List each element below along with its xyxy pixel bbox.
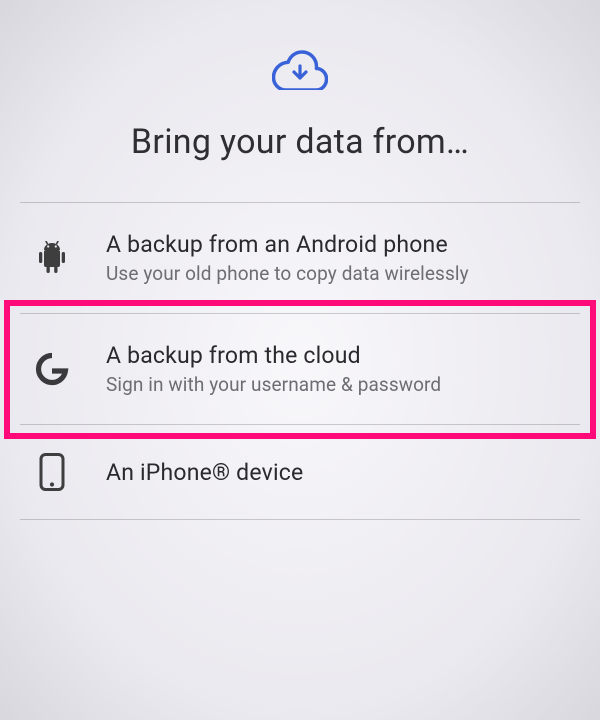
option-text: An iPhone® device bbox=[106, 459, 303, 486]
google-g-icon bbox=[26, 352, 78, 386]
setup-screen: Bring your data from… bbox=[0, 0, 600, 720]
option-subtitle: Use your old phone to copy data wireless… bbox=[106, 262, 469, 285]
option-cloud-backup[interactable]: A backup from the cloud Sign in with you… bbox=[20, 314, 580, 425]
option-title: An iPhone® device bbox=[106, 459, 303, 486]
option-title: A backup from the cloud bbox=[106, 342, 441, 369]
option-android-backup[interactable]: A backup from an Android phone Use your … bbox=[20, 203, 580, 314]
option-iphone-device[interactable]: An iPhone® device bbox=[20, 425, 580, 520]
option-subtitle: Sign in with your username & password bbox=[106, 373, 441, 396]
android-icon bbox=[26, 241, 78, 275]
option-title: A backup from an Android phone bbox=[106, 231, 469, 258]
phone-icon bbox=[26, 453, 78, 491]
page-title: Bring your data from… bbox=[20, 122, 580, 162]
cloud-download-icon bbox=[272, 50, 328, 94]
option-text: A backup from an Android phone Use your … bbox=[106, 231, 469, 285]
options-list: A backup from an Android phone Use your … bbox=[20, 202, 580, 520]
header: Bring your data from… bbox=[20, 50, 580, 162]
option-text: A backup from the cloud Sign in with you… bbox=[106, 342, 441, 396]
